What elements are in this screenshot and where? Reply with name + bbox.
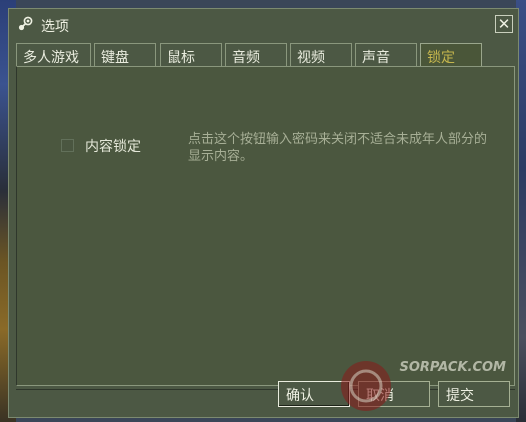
window-title: 选项 — [41, 19, 69, 35]
content-lock-description: 点击这个按钮输入密码来关闭不适合未成年人部分的显示内容。 — [188, 132, 488, 164]
tab-video[interactable]: 视频 — [290, 43, 352, 67]
ok-button[interactable]: 确认 — [278, 381, 350, 407]
close-icon: ✕ — [497, 15, 511, 33]
apply-button[interactable]: 提交 — [438, 381, 510, 407]
lock-panel: 内容锁定 点击这个按钮输入密码来关闭不适合未成年人部分的显示内容。 — [16, 66, 515, 386]
tab-audio[interactable]: 音频 — [225, 43, 287, 67]
cancel-button[interactable]: 取消 — [358, 381, 430, 407]
content-lock-label[interactable]: 内容锁定 — [85, 136, 141, 156]
tab-mouse[interactable]: 鼠标 — [160, 43, 222, 67]
steam-icon — [18, 16, 33, 31]
title-bar[interactable]: 选项 ✕ — [9, 9, 518, 39]
content-lock-checkbox[interactable] — [61, 139, 74, 152]
options-dialog: 选项 ✕ 多人游戏 键盘 鼠标 音频 视频 声音 锁定 内容锁定 点击这个按钮输… — [8, 8, 519, 418]
tab-keyboard[interactable]: 键盘 — [94, 43, 156, 67]
close-button[interactable]: ✕ — [495, 15, 513, 33]
tab-multiplayer[interactable]: 多人游戏 — [16, 43, 91, 67]
tab-voice[interactable]: 声音 — [355, 43, 417, 67]
